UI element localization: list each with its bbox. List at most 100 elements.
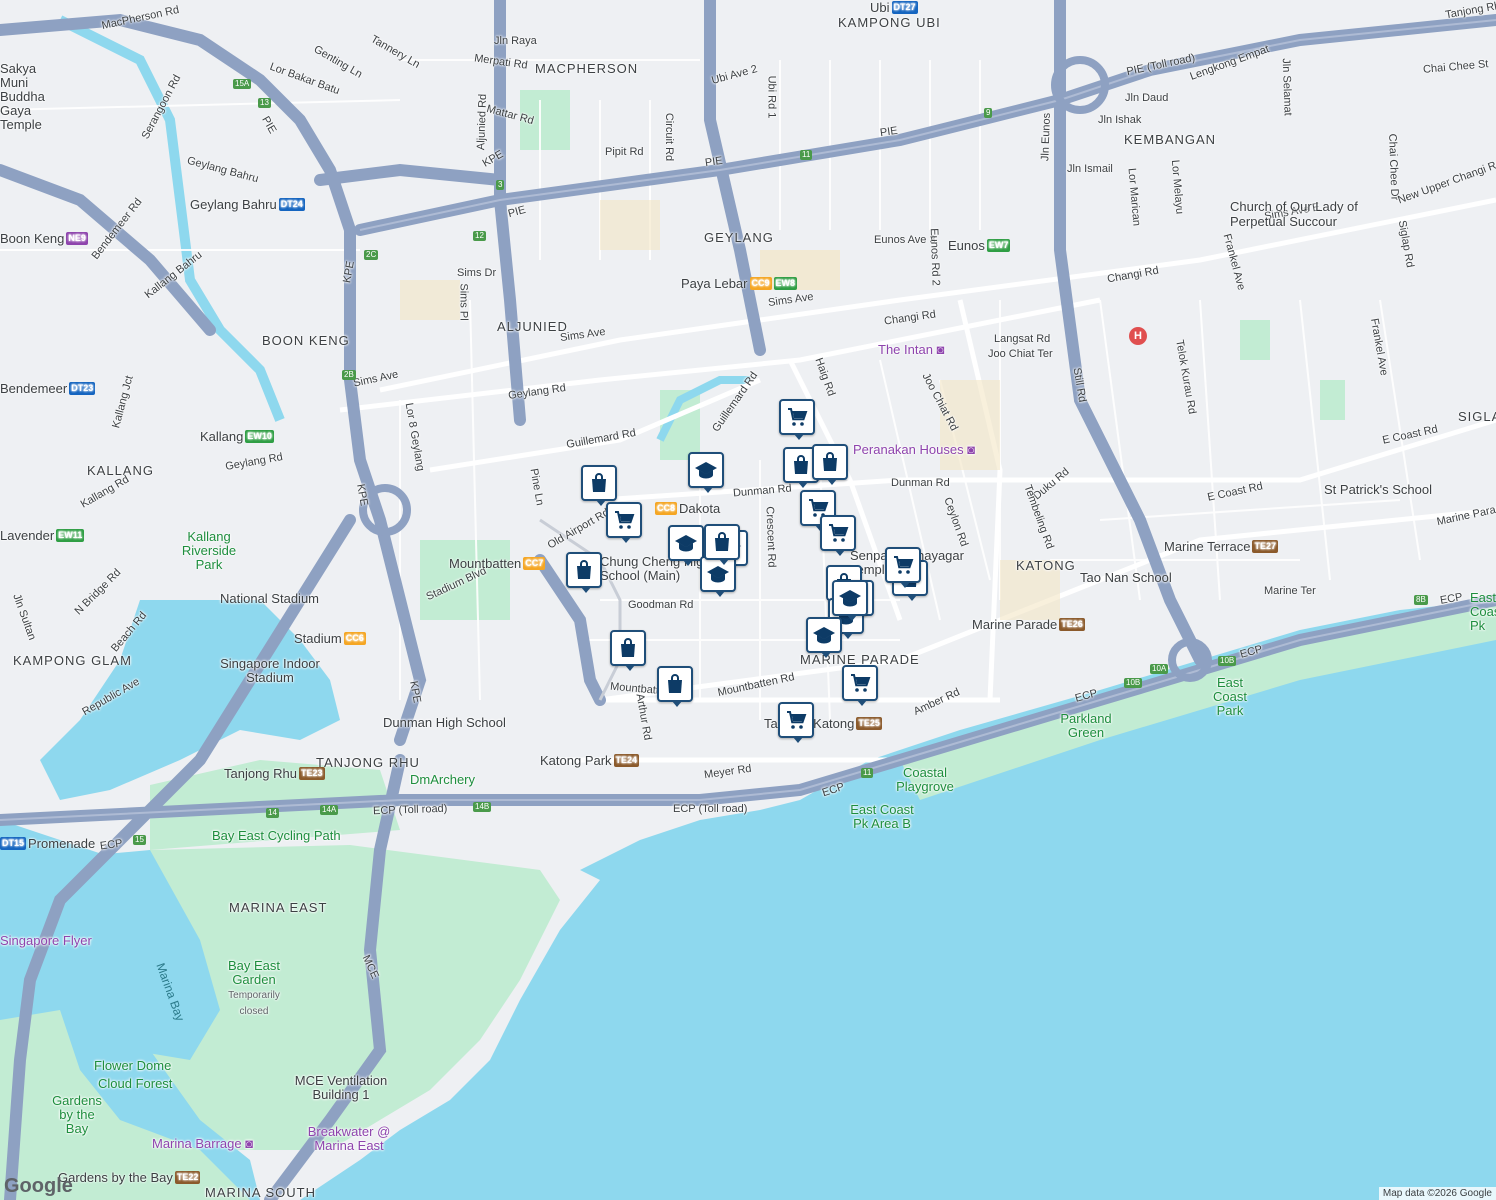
graduation-cap-icon [812,623,836,647]
cart-icon [784,708,808,732]
route-shield: 15 [133,835,146,845]
shopping-cart-marker[interactable] [820,515,856,556]
area-kampong-glam: KAMPONG GLAM [13,653,132,668]
poi-tao-nan[interactable]: Tao Nan School [1080,571,1172,585]
school-marker[interactable] [806,617,842,658]
station-promenade[interactable]: DT15 Promenade [0,836,95,851]
station-katong-park[interactable]: Katong Park TE24 [540,753,640,768]
poi-coastal-playgrove[interactable]: Coastal Playgrove [895,766,955,794]
station-name: Katong Park [540,753,612,768]
road-sims-pl: Sims Pl [457,283,470,321]
shopping-bag-marker[interactable] [566,552,602,593]
school-marker[interactable] [668,525,704,566]
station-code: TE22 [174,1171,201,1184]
poi-flower-dome[interactable]: Flower Dome [94,1059,171,1073]
station-mountbatten[interactable]: Mountbatten CC7 [449,556,546,571]
road-ecp-toll: ECP (Toll road) [372,802,448,818]
shopping-cart-marker[interactable] [842,665,878,706]
station-paya-lebar[interactable]: Paya Lebar CC9 EW8 [681,276,798,291]
graduation-cap-icon [674,531,698,555]
area-macpherson: MACPHERSON [535,61,639,76]
poi-east-coast-pk[interactable]: East Coast Pk [1470,591,1496,633]
poi-dunman-high[interactable]: Dunman High School [383,716,506,730]
poi-temple-top[interactable]: Sakya Muni Buddha Gaya Temple [0,62,60,132]
station-code: TE25 [856,717,882,730]
map-canvas[interactable]: MACPHERSON KAMPONG UBI KEMBANGAN GEYLANG… [0,0,1496,1200]
road-pipit-rd: Pipit Rd [605,146,644,158]
poi-gardens-bay[interactable]: Gardens by the Bay [47,1094,107,1136]
area-sigla: SIGLA [1458,409,1496,424]
cart-icon [785,405,809,429]
hospital-icon[interactable]: H [1129,327,1147,345]
road-ubi-rd-1: Ubi Rd 1 [765,75,778,119]
school-marker[interactable] [700,556,736,597]
poi-parkland-green[interactable]: Parkland Green [1056,712,1116,740]
poi-singapore-flyer[interactable]: Singapore Flyer [0,934,92,948]
poi-cloud-forest[interactable]: Cloud Forest [98,1077,172,1091]
station-eunos[interactable]: Eunos EW7 [948,238,1011,253]
shopping-cart-marker[interactable] [885,547,921,588]
route-shield: 9 [984,108,993,118]
poi-church[interactable]: Church of Our Lady of Perpetual Succour [1230,199,1380,229]
station-kallang[interactable]: Kallang EW10 [200,429,274,444]
station-geylang-bahru[interactable]: Geylang Bahru DT24 [190,197,305,212]
poi-east-coast-pk-b[interactable]: East Coast Pk Area B [842,803,922,831]
station-bendemeer[interactable]: Bendemeer DT23 [0,381,96,396]
station-gardens-by-the-bay[interactable]: Gardens by the Bay TE22 [58,1170,201,1185]
route-shield: 10B [1218,656,1237,666]
poi-the-intan[interactable]: The Intan ◙ [878,343,944,357]
station-code: TE23 [299,767,325,780]
station-code: TE24 [613,754,640,767]
road-ecp-toll-2: ECP (Toll road) [673,803,748,815]
road-chai-chee-dr: Chai Chee Dr [1386,133,1401,201]
shopping-bag-marker[interactable] [812,444,848,485]
shopping-cart-marker[interactable] [779,399,815,440]
closed-note: Temporarily closed [228,990,280,1017]
shopping-bag-marker[interactable] [704,524,740,565]
area-geylang: GEYLANG [704,230,774,245]
route-shield: 10A [1150,664,1169,674]
station-tanjong-rhu[interactable]: Tanjong Rhu TE23 [224,766,325,781]
route-shield: 8B [1414,595,1428,605]
station-stadium[interactable]: Stadium CC6 [294,631,366,646]
road-sims-dr: Sims Dr [457,267,497,279]
station-code: DT15 [0,837,27,850]
poi-mce-vent[interactable]: MCE Ventilation Building 1 [286,1074,396,1102]
station-name: Paya Lebar [681,276,748,291]
station-marine-parade[interactable]: Marine Parade TE26 [972,617,1085,632]
station-marine-terrace[interactable]: Marine Terrace TE27 [1164,539,1278,554]
station-dakota[interactable]: CC8 Dakota [655,501,720,516]
poi-kallang-riverside[interactable]: Kallang Riverside Park [174,530,244,572]
school-marker[interactable] [688,452,724,493]
shopping-cart-marker[interactable] [606,502,642,543]
station-name: Boon Keng [0,231,65,246]
station-ubi[interactable]: Ubi DT27 [870,0,918,15]
poi-peranakan-houses[interactable]: Peranakan Houses ◙ [853,443,975,457]
station-code: CC9 [749,277,772,290]
poi-indoor-stadium[interactable]: Singapore Indoor Stadium [220,657,320,685]
road-langsat-rd: Langsat Rd [994,333,1051,345]
road-jln-selamat: Jln Selamat [1279,58,1294,116]
poi-bay-east-garden[interactable]: Bay East Garden Temporarily closed [224,959,284,1019]
poi-breakwater[interactable]: Breakwater @ Marina East [304,1125,394,1153]
route-shield: 11 [800,150,813,160]
poi-dmarchery[interactable]: DmArchery [410,773,475,787]
shopping-bag-marker[interactable] [657,666,693,707]
shopping-bag-marker[interactable] [581,465,617,506]
poi-east-coast-park[interactable]: East Coast Park [1205,676,1255,718]
station-lavender[interactable]: Lavender EW11 [0,528,85,543]
road-jln-eunos: Jln Eunos [1039,112,1053,162]
area-kembangan: KEMBANGAN [1124,132,1217,147]
poi-bay-east-cycling[interactable]: Bay East Cycling Path [212,829,341,843]
station-code: CC8 [655,502,678,515]
poi-national-stadium[interactable]: National Stadium [220,592,319,606]
shopping-cart-marker[interactable] [778,702,814,743]
poi-st-patricks[interactable]: St Patrick's School [1324,483,1432,497]
route-shield: 2C [364,250,379,260]
school-marker[interactable] [832,580,868,621]
station-boon-keng[interactable]: Boon Keng NE9 [0,231,88,246]
poi-marina-barrage[interactable]: Marina Barrage ◙ [152,1137,253,1151]
shopping-bag-marker[interactable] [610,630,646,671]
area-boon-keng: BOON KENG [262,333,350,348]
station-code: DT23 [69,382,96,395]
